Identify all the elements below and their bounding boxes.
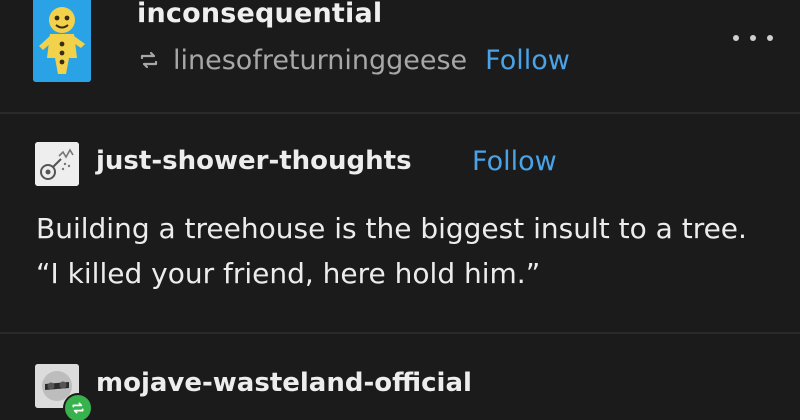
menu-dot bbox=[733, 35, 739, 41]
tumblr-post: inconsequential linesofreturninggeese Fo… bbox=[0, 0, 800, 420]
blog-name[interactable]: inconsequential bbox=[137, 0, 382, 29]
more-options-icon[interactable] bbox=[733, 30, 773, 46]
reblog-line: linesofreturninggeese Follow bbox=[137, 44, 570, 76]
gingerbread-man-icon[interactable] bbox=[33, 0, 91, 82]
entry-blog-name[interactable]: mojave-wasteland-official bbox=[96, 368, 472, 398]
follow-button[interactable]: Follow bbox=[485, 45, 570, 76]
divider bbox=[0, 112, 800, 114]
reblog-badge-icon bbox=[63, 393, 93, 420]
reblogged-from-blog[interactable]: linesofreturninggeese bbox=[173, 45, 467, 76]
entry-follow-button[interactable]: Follow bbox=[472, 146, 557, 177]
reblog-icon bbox=[140, 51, 158, 69]
shower-avatar-icon[interactable] bbox=[35, 142, 79, 186]
menu-dot bbox=[750, 35, 756, 41]
post-header: inconsequential linesofreturninggeese Fo… bbox=[0, 0, 800, 110]
entry-text: Building a treehouse is the biggest insu… bbox=[36, 212, 747, 290]
divider bbox=[0, 332, 800, 334]
entry-blog-name[interactable]: just-shower-thoughts bbox=[96, 146, 412, 176]
menu-dot bbox=[767, 35, 773, 41]
